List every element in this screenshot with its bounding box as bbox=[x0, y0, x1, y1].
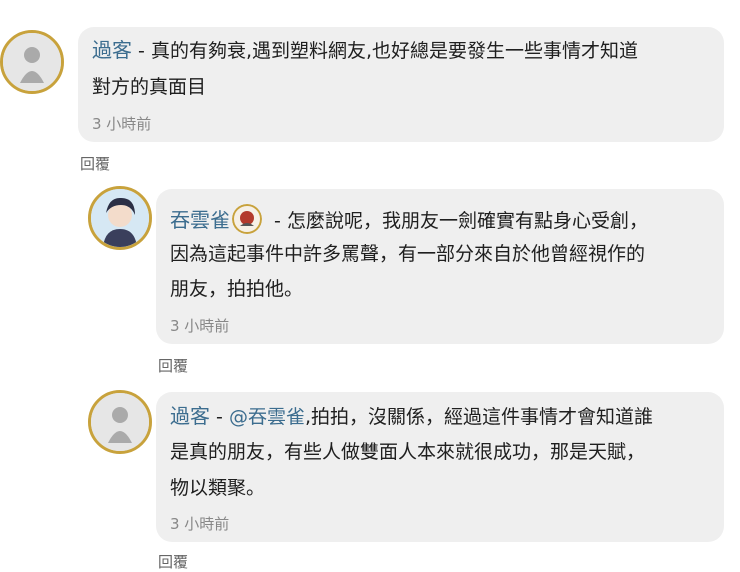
mention-link[interactable]: @吞雲雀 bbox=[229, 406, 305, 428]
reply-link[interactable]: 回覆 bbox=[158, 551, 188, 572]
comment-text: 對方的真面目 bbox=[92, 76, 207, 98]
comment-text: 怎麼說呢，我朋友一劍確實有點身心受創， bbox=[286, 210, 648, 232]
comment-text: 因為這起事件中許多罵聲，有一部分來自於他曾經視作的 bbox=[170, 243, 646, 265]
comment-author[interactable]: 過客 bbox=[170, 404, 210, 428]
comment-text: ,拍拍，沒關係，經過這件事情才會知道誰 bbox=[304, 406, 653, 428]
reply-link[interactable]: 回覆 bbox=[158, 355, 188, 376]
comment-author[interactable]: 過客 bbox=[92, 38, 132, 62]
avatar[interactable] bbox=[88, 186, 152, 250]
default-user-icon bbox=[3, 33, 61, 91]
comment-line: 過客 - @吞雲雀,拍拍，沒關係，經過這件事情才會知道誰 bbox=[170, 404, 653, 429]
comment-line: 吞雲雀 - 怎麼說呢，我朋友一劍確實有點身心受創， bbox=[170, 204, 648, 234]
default-user-icon bbox=[91, 393, 149, 451]
comment-separator: - bbox=[210, 406, 229, 428]
comment-text: 真的有夠衰,遇到塑料網友,也好總是要發生一些事情才知道 bbox=[150, 40, 639, 62]
comment-text: 物以類聚。 bbox=[170, 477, 266, 499]
comment-text: 是真的朋友，有些人做雙面人本來就很成功，那是天賦， bbox=[170, 441, 646, 463]
comment-line: 過客 - 真的有夠衰,遇到塑料網友,也好總是要發生一些事情才知道 bbox=[92, 38, 638, 63]
user-badge-icon bbox=[232, 204, 262, 234]
comment-timestamp: 3 小時前 bbox=[92, 115, 152, 133]
comment-text: 朋友，拍拍他。 bbox=[170, 278, 304, 300]
avatar[interactable] bbox=[0, 30, 64, 94]
comment-timestamp: 3 小時前 bbox=[170, 317, 230, 335]
avatar[interactable] bbox=[88, 390, 152, 454]
user-portrait-icon bbox=[91, 189, 149, 247]
reply-link[interactable]: 回覆 bbox=[80, 153, 110, 174]
comment-separator: - bbox=[268, 210, 287, 232]
comment-author[interactable]: 吞雲雀 bbox=[170, 208, 230, 232]
comment-separator: - bbox=[132, 40, 151, 62]
comment-timestamp: 3 小時前 bbox=[170, 515, 230, 533]
